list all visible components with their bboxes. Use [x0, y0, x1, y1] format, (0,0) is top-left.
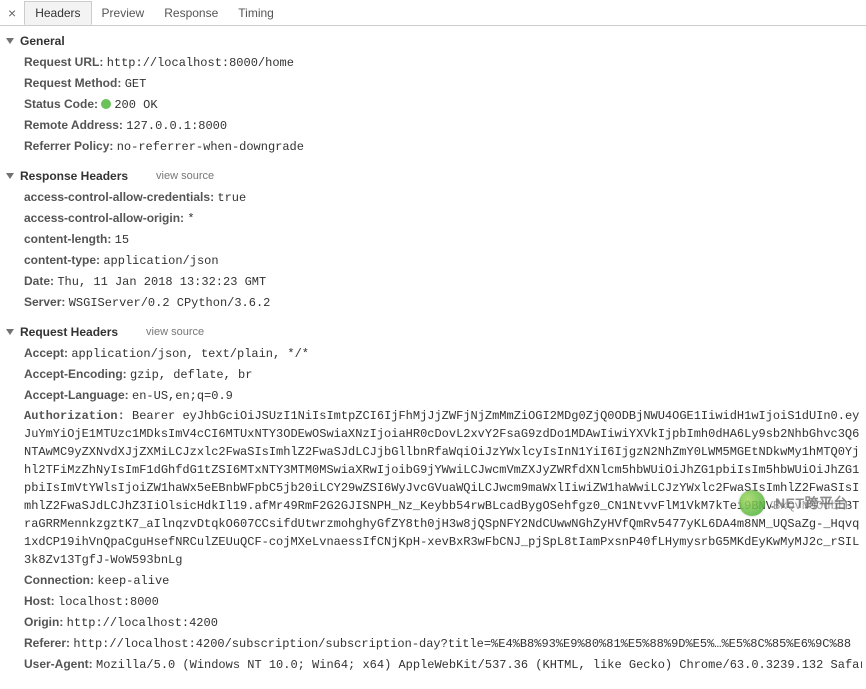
date-value: Thu, 11 Jan 2018 13:32:23 GMT: [57, 275, 266, 289]
tab-bar: × Headers Preview Response Timing: [0, 0, 866, 26]
origin-value: http://localhost:4200: [67, 616, 218, 630]
status-code-label: Status Code:: [24, 97, 98, 111]
server-label: Server:: [24, 295, 65, 309]
accept-language-value: en-US,en;q=0.9: [132, 389, 233, 403]
authorization-row: Authorization: Bearer eyJhbGciOiJSUzI1Ni…: [24, 406, 862, 570]
referer-value: http://localhost:4200/subscription/subsc…: [73, 637, 851, 651]
response-view-source-link[interactable]: view source: [156, 170, 214, 182]
connection-value: keep-alive: [97, 574, 169, 588]
connection-label: Connection:: [24, 573, 94, 587]
date-label: Date:: [24, 274, 54, 288]
headers-panel: General Request URL: http://localhost:80…: [0, 26, 866, 689]
origin-label: Origin:: [24, 615, 63, 629]
section-general-toggle[interactable]: General: [4, 32, 862, 50]
request-method-value: GET: [125, 77, 147, 91]
section-general-title: General: [20, 34, 65, 48]
accept-encoding-value: gzip, deflate, br: [130, 368, 252, 382]
user-agent-value: Mozilla/5.0 (Windows NT 10.0; Win64; x64…: [96, 658, 862, 672]
tab-timing[interactable]: Timing: [228, 2, 284, 24]
status-code-value: 200 OK: [114, 98, 157, 112]
request-view-source-link[interactable]: view source: [146, 326, 204, 338]
watermark-icon: [739, 490, 765, 516]
request-url-value: http://localhost:8000/home: [107, 56, 294, 70]
request-method-label: Request Method:: [24, 76, 121, 90]
accept-value: application/json, text/plain, */*: [71, 347, 309, 361]
ac-allow-origin-value: *: [187, 212, 194, 226]
content-length-label: content-length:: [24, 232, 111, 246]
section-response-headers-toggle[interactable]: Response Headers view source: [4, 167, 862, 185]
accept-encoding-label: Accept-Encoding:: [24, 367, 127, 381]
tab-response[interactable]: Response: [154, 2, 228, 24]
authorization-value: Bearer eyJhbGciOiJSUzI1NiIsImtpZCI6IjFhM…: [24, 409, 859, 567]
tab-preview[interactable]: Preview: [92, 2, 155, 24]
section-response-headers-title: Response Headers: [20, 169, 128, 183]
accept-label: Accept:: [24, 346, 68, 360]
watermark: .NET跨平台: [739, 490, 848, 516]
tab-headers[interactable]: Headers: [24, 1, 91, 25]
watermark-text: .NET跨平台: [771, 493, 848, 513]
content-length-value: 15: [115, 233, 129, 247]
host-value: localhost:8000: [58, 595, 159, 609]
host-label: Host:: [24, 594, 55, 608]
referrer-policy-label: Referrer Policy:: [24, 139, 113, 153]
authorization-label: Authorization:: [24, 409, 125, 423]
chevron-down-icon: [6, 38, 14, 44]
request-url-label: Request URL:: [24, 55, 103, 69]
section-response-headers: Response Headers view source access-cont…: [4, 167, 862, 319]
status-ok-icon: [101, 99, 111, 109]
section-general: General Request URL: http://localhost:80…: [4, 32, 862, 163]
chevron-down-icon: [6, 329, 14, 335]
chevron-down-icon: [6, 173, 14, 179]
ac-allow-origin-label: access-control-allow-origin:: [24, 211, 184, 225]
server-value: WSGIServer/0.2 CPython/3.6.2: [69, 296, 271, 310]
referer-label: Referer:: [24, 636, 70, 650]
content-type-label: content-type:: [24, 253, 100, 267]
close-icon[interactable]: ×: [4, 5, 24, 21]
content-type-value: application/json: [103, 254, 218, 268]
referrer-policy-value: no-referrer-when-downgrade: [117, 140, 304, 154]
section-request-headers: Request Headers view source Accept: appl…: [4, 323, 862, 681]
accept-language-label: Accept-Language:: [24, 388, 129, 402]
remote-address-value: 127.0.0.1:8000: [126, 119, 227, 133]
section-request-headers-toggle[interactable]: Request Headers view source: [4, 323, 862, 341]
ac-allow-credentials-label: access-control-allow-credentials:: [24, 190, 214, 204]
ac-allow-credentials-value: true: [217, 191, 246, 205]
user-agent-label: User-Agent:: [24, 657, 93, 671]
section-request-headers-title: Request Headers: [20, 325, 118, 339]
remote-address-label: Remote Address:: [24, 118, 123, 132]
